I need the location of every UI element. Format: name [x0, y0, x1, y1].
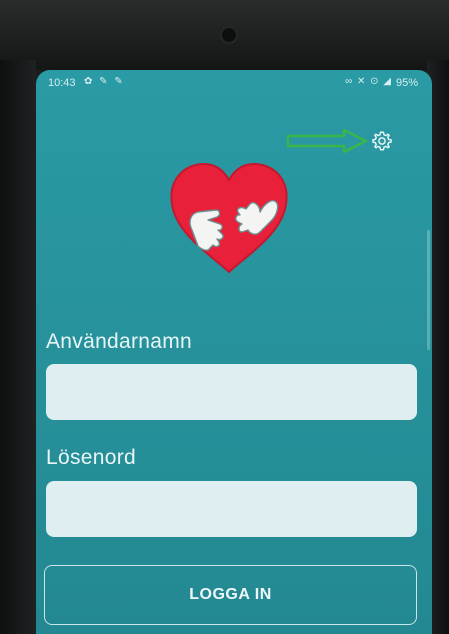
settings-gear-icon[interactable] [371, 130, 393, 152]
phone-bezel-left [0, 60, 36, 634]
notification-icons: ✿ ✎ ✎ [84, 76, 125, 87]
username-label: Användarnamn [46, 330, 193, 353]
front-camera [222, 28, 236, 42]
login-button[interactable]: LOGGA IN [44, 565, 417, 625]
heart-hug-logo [170, 162, 288, 274]
username-input[interactable] [46, 364, 417, 420]
status-bar: 10:43 ✿ ✎ ✎ ∞ ✕ ⊙ ◢ 95% [36, 70, 432, 94]
green-arrow-annotation [286, 128, 368, 154]
system-status-icons: ∞ ✕ ⊙ ◢ [345, 76, 392, 87]
app-screen: 10:43 ✿ ✎ ✎ ∞ ✕ ⊙ ◢ 95% Användarnamn Lös… [36, 70, 432, 634]
scrollbar [427, 230, 430, 350]
status-time: 10:43 [48, 77, 76, 89]
battery-level: 95% [395, 77, 418, 89]
phone-bezel-top [0, 0, 449, 70]
password-input[interactable] [46, 481, 417, 537]
password-label: Lösenord [46, 446, 136, 469]
